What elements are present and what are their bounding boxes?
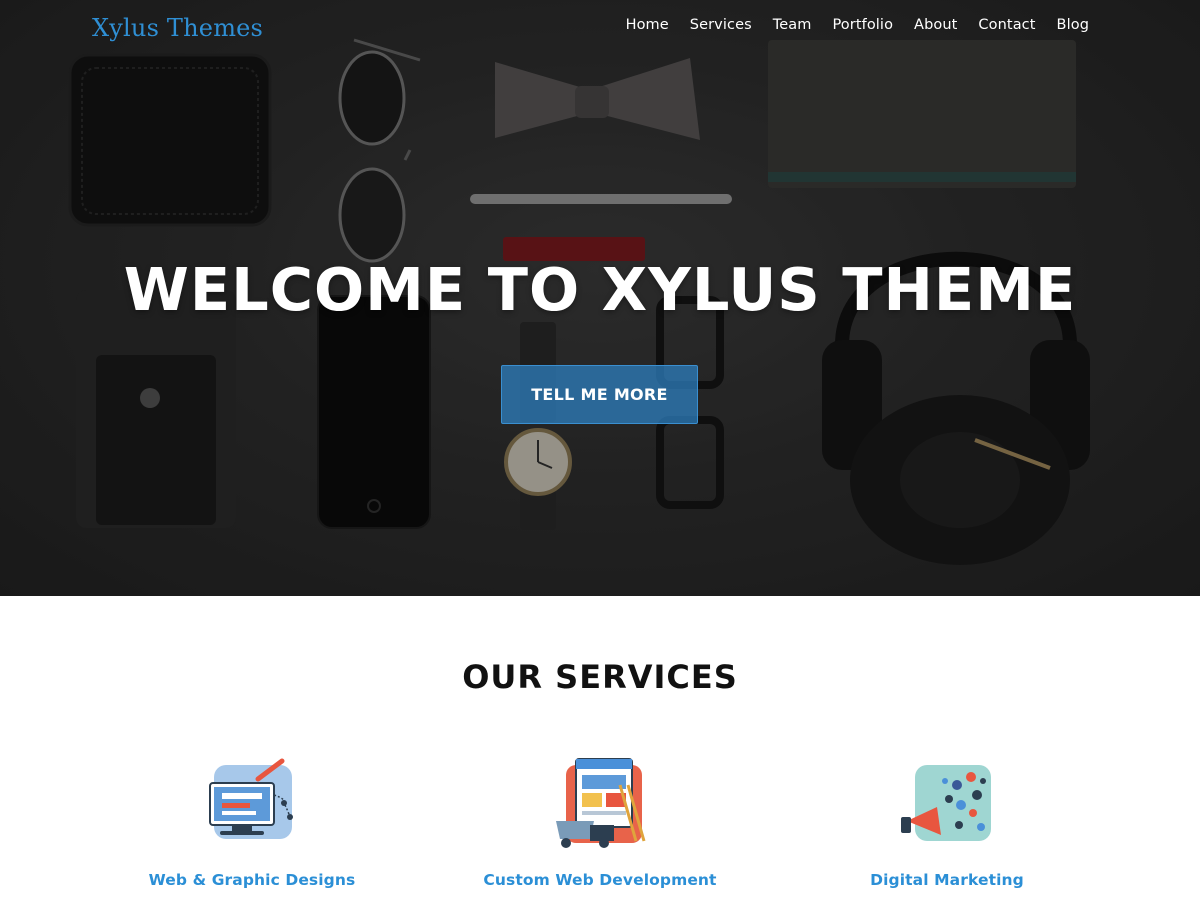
nav-item-about[interactable]: About	[914, 17, 957, 33]
digital-marketing-icon	[901, 765, 991, 841]
nav-item-home[interactable]: Home	[626, 17, 669, 33]
service-web-graphic-design: Web & Graphic Designs	[102, 755, 402, 889]
hero-section: Xylus Themes Home Services Team Portfoli…	[0, 0, 1200, 596]
service-link-custom-web-development[interactable]: Custom Web Development	[450, 871, 750, 889]
web-development-icon	[556, 758, 646, 848]
nav-item-blog[interactable]: Blog	[1057, 17, 1089, 33]
services-title: OUR SERVICES	[462, 658, 738, 696]
brand-logo[interactable]: Xylus Themes	[92, 14, 263, 42]
hero-title: WELCOME TO XYLUS THEME	[123, 255, 1077, 324]
service-link-web-graphic-design[interactable]: Web & Graphic Designs	[102, 871, 402, 889]
service-custom-web-development: Custom Web Development	[450, 755, 750, 889]
tell-me-more-button[interactable]: TELL ME MORE	[501, 365, 698, 424]
nav-item-team[interactable]: Team	[773, 17, 812, 33]
nav-item-services[interactable]: Services	[690, 17, 752, 33]
web-design-icon	[209, 758, 293, 839]
nav-item-contact[interactable]: Contact	[978, 17, 1035, 33]
service-link-digital-marketing[interactable]: Digital Marketing	[797, 871, 1097, 889]
service-digital-marketing: Digital Marketing	[797, 755, 1097, 889]
main-navigation: Home Services Team Portfolio About Conta…	[626, 17, 1089, 33]
nav-item-portfolio[interactable]: Portfolio	[832, 17, 893, 33]
